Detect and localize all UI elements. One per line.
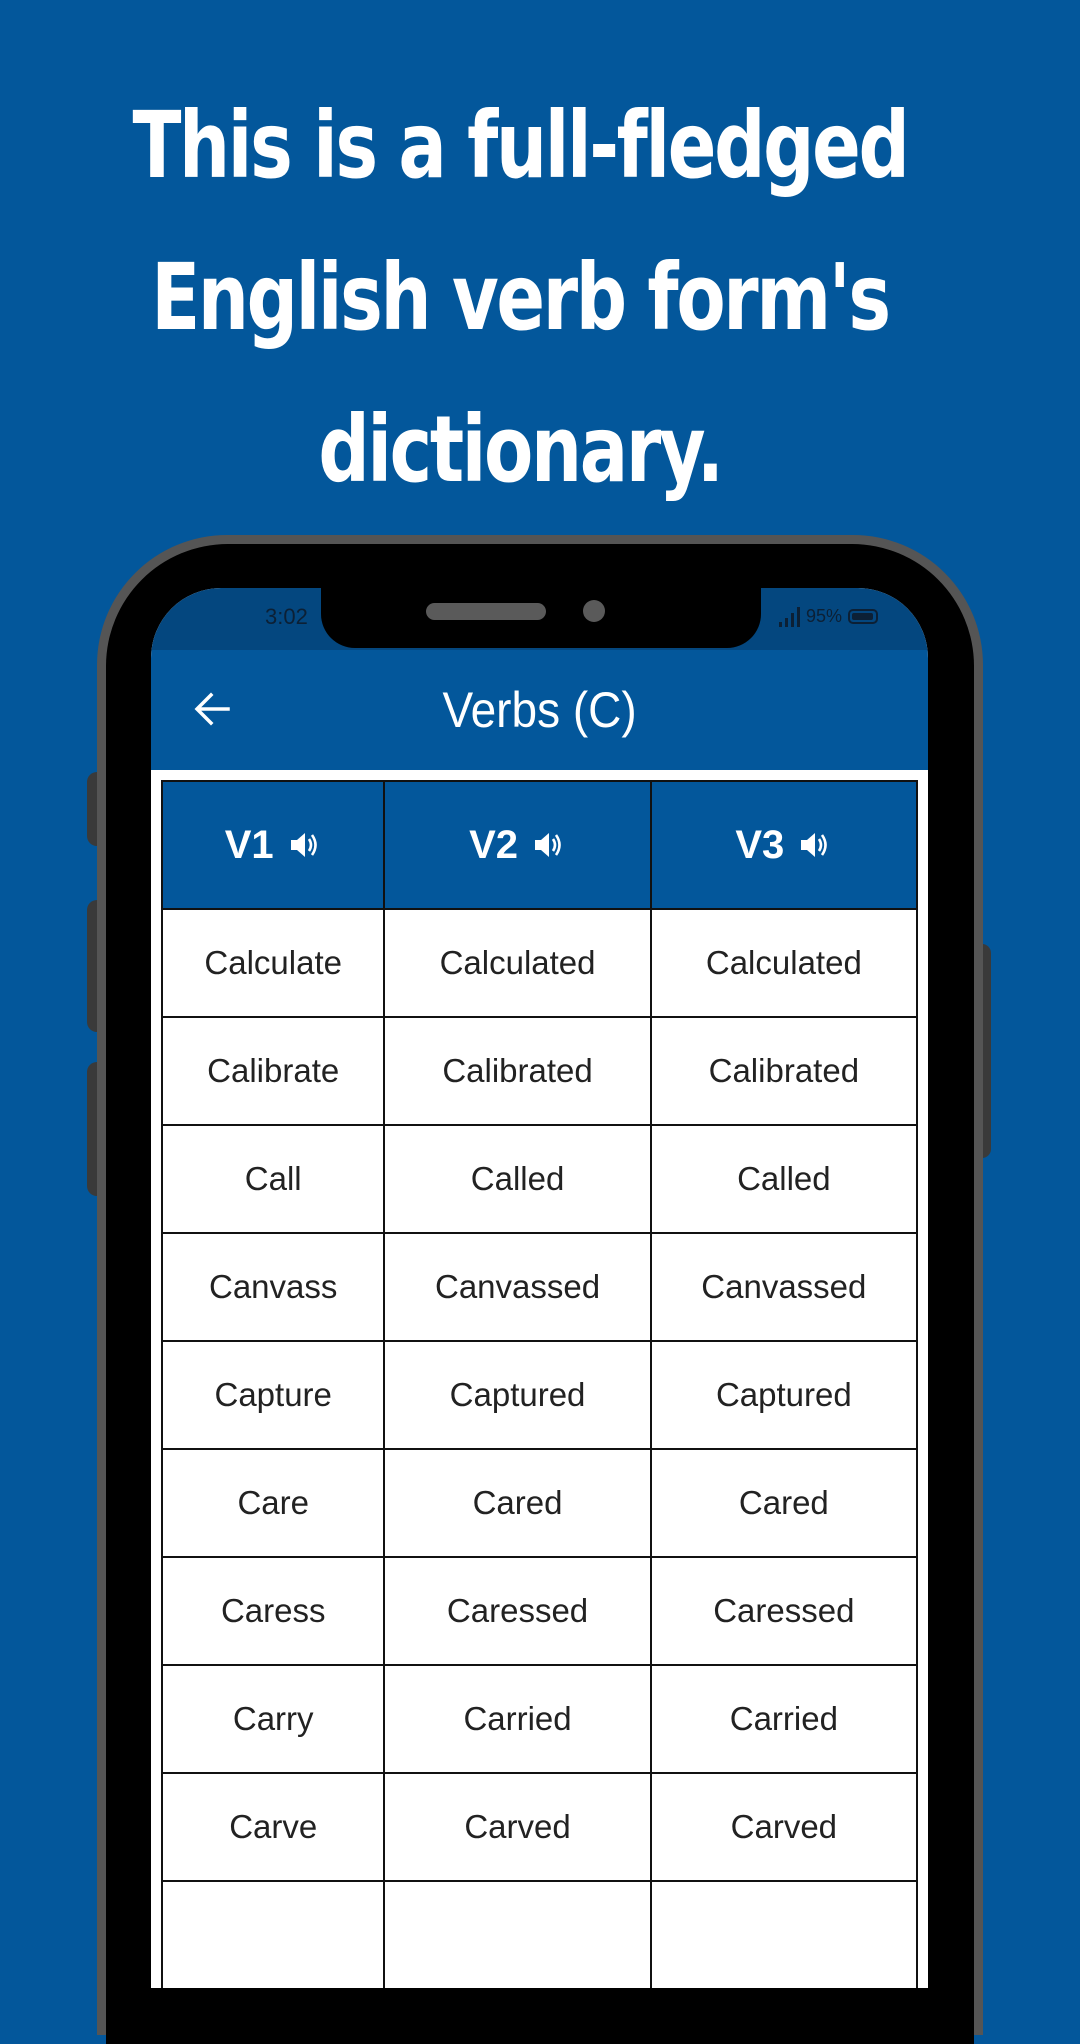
battery-percent: 95%	[805, 606, 842, 626]
back-button[interactable]	[189, 686, 235, 732]
earpiece-speaker	[426, 603, 546, 620]
cell-v3: Captured	[649, 1340, 919, 1450]
cell-v2: Calculated	[383, 908, 652, 1018]
cell-v1: Caress	[160, 1556, 386, 1666]
table-row[interactable]: Capture Captured Captured	[160, 1340, 919, 1450]
column-header-v2: V2	[383, 780, 652, 910]
status-time: 3:02	[265, 604, 308, 629]
cell-v1: Carry	[160, 1664, 386, 1774]
cell-v1: Carve	[160, 1772, 386, 1882]
table-row[interactable]: Canvass Canvassed Canvassed	[160, 1232, 919, 1342]
cell-v3	[649, 1880, 919, 1988]
speaker-volume-icon[interactable]	[288, 828, 322, 862]
front-camera	[583, 600, 605, 622]
table-row[interactable]: Caress Caressed Caressed	[160, 1556, 919, 1666]
cell-v3: Caressed	[649, 1556, 919, 1666]
cell-v2: Cared	[383, 1448, 652, 1558]
app-bar: Verbs (C)	[151, 650, 928, 770]
column-header-v3: V3	[649, 780, 919, 910]
battery-icon	[848, 609, 878, 624]
cell-v2: Carried	[383, 1664, 652, 1774]
cell-v3: Calculated	[649, 908, 919, 1018]
cell-v1: Care	[160, 1448, 386, 1558]
speaker-volume-icon[interactable]	[798, 828, 832, 862]
cell-v2: Called	[383, 1124, 652, 1234]
cell-v1: Calibrate	[160, 1016, 386, 1126]
cell-v3: Carved	[649, 1772, 919, 1882]
cell-v3: Called	[649, 1124, 919, 1234]
cell-v3: Canvassed	[649, 1232, 919, 1342]
cell-v2: Caressed	[383, 1556, 652, 1666]
verb-forms-table: V1 V2 V3 Calculate Calculated Calculated…	[160, 780, 919, 1988]
cell-v1: Calculate	[160, 908, 386, 1018]
cell-v3: Carried	[649, 1664, 919, 1774]
column-header-v1: V1	[160, 780, 386, 910]
cell-v1: Canvass	[160, 1232, 386, 1342]
headline-line: This is a full-fledged	[132, 92, 909, 199]
phone-notch	[321, 588, 761, 648]
headline-line: dictionary.	[318, 396, 724, 503]
signal-bars-icon	[778, 606, 800, 627]
cell-v2: Canvassed	[383, 1232, 652, 1342]
cell-v2: Carved	[383, 1772, 652, 1882]
headline-line: English verb form's	[151, 244, 891, 351]
cell-v1: Call	[160, 1124, 386, 1234]
promo-headline: This is a full-fledged English verb form…	[114, 70, 925, 526]
cell-v2: Captured	[383, 1340, 652, 1450]
speaker-volume-icon[interactable]	[532, 828, 566, 862]
table-row[interactable]: Carve Carved Carved	[160, 1772, 919, 1882]
table-row[interactable]: Carry Carried Carried	[160, 1664, 919, 1774]
table-row[interactable]: Call Called Called	[160, 1124, 919, 1234]
phone-screen: 3:02 95% Verbs (C) V1 V2 V3 Calculate Ca…	[151, 588, 928, 1988]
cell-v1	[160, 1880, 386, 1988]
cell-v3: Calibrated	[649, 1016, 919, 1126]
table-header-row: V1 V2 V3	[160, 780, 919, 910]
cell-v1: Capture	[160, 1340, 386, 1450]
table-row[interactable]: Care Cared Cared	[160, 1448, 919, 1558]
page-title: Verbs (C)	[442, 682, 637, 738]
status-indicators: 95%	[778, 606, 878, 627]
arrow-left-icon	[194, 692, 230, 726]
cell-v2	[383, 1880, 652, 1988]
table-row[interactable]: Calibrate Calibrated Calibrated	[160, 1016, 919, 1126]
cell-v2: Calibrated	[383, 1016, 652, 1126]
table-row[interactable]	[160, 1880, 919, 1988]
cell-v3: Cared	[649, 1448, 919, 1558]
table-row[interactable]: Calculate Calculated Calculated	[160, 908, 919, 1018]
